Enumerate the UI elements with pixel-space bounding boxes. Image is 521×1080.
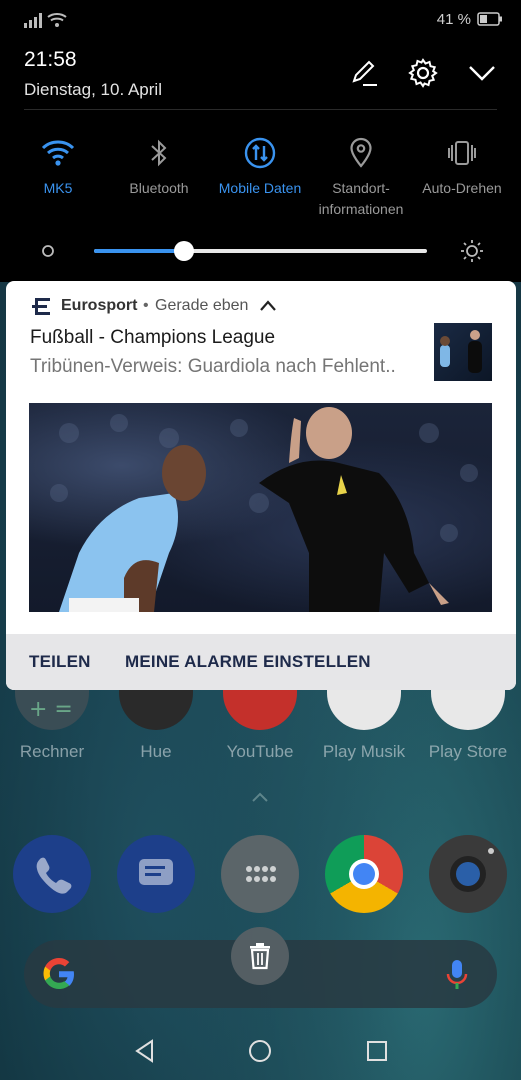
app-label-rechner[interactable]: Rechner [0, 742, 104, 762]
youtube-icon[interactable] [223, 690, 297, 730]
status-bar: 41 % [0, 0, 521, 40]
mobile-data-icon [244, 137, 276, 169]
battery-percent: 41 % [436, 11, 471, 28]
share-button[interactable]: TEILEN [29, 652, 91, 672]
wifi-icon [41, 140, 75, 166]
brightness-low-icon [42, 245, 54, 257]
bluetooth-icon [151, 139, 167, 167]
app-row: + = Rechner Hue YouTube Play Musik Play … [0, 690, 521, 770]
hue-icon[interactable] [119, 690, 193, 730]
tile-wifi[interactable]: MK5 [6, 130, 110, 199]
trash-icon [250, 943, 270, 970]
brightness-slider[interactable] [0, 236, 521, 266]
notification-header: Eurosport • Gerade eben [30, 296, 430, 318]
dock [0, 835, 521, 915]
mic-icon[interactable] [437, 954, 477, 994]
edit-icon[interactable] [349, 58, 379, 88]
play-store-icon[interactable] [431, 690, 505, 730]
tile-label: Auto-Drehen [422, 180, 502, 196]
svg-text:+ =: + = [29, 697, 73, 722]
date[interactable]: Dienstag, 10. April [24, 80, 162, 100]
tile-location[interactable]: Standort- informationen [309, 130, 413, 220]
tile-label: Mobile Daten [218, 180, 302, 196]
notification-image[interactable] [29, 403, 492, 612]
google-icon [43, 958, 74, 989]
play-music-icon[interactable] [327, 690, 401, 730]
back-icon[interactable] [132, 1038, 158, 1064]
notification-title: Fußball - Champions League [30, 327, 276, 348]
navigation-bar [0, 1020, 521, 1080]
brightness-high-icon [461, 240, 483, 262]
notification-time: Gerade eben [155, 297, 249, 314]
collapse-icon[interactable] [467, 58, 497, 88]
auto-rotate-icon [448, 141, 476, 165]
quick-settings: MK5 Bluetooth Mobile Daten Standort- inf… [0, 130, 521, 230]
notification-shade: 41 % 21:58 Dienstag, 10. April MK5 Bluet… [0, 0, 521, 282]
tile-label-line2: informationen [318, 201, 404, 217]
calculator-icon[interactable]: + = [15, 690, 89, 730]
set-alarms-button[interactable]: MEINE ALARME EINSTELLEN [125, 652, 371, 672]
tile-label: Standort- informationen [309, 178, 413, 220]
notification-actions: TEILEN MEINE ALARME EINSTELLEN [6, 634, 516, 690]
messages-icon[interactable] [117, 835, 195, 913]
app-label-hue[interactable]: Hue [104, 742, 208, 762]
app-label-youtube[interactable]: YouTube [208, 742, 312, 762]
separator-dot: • [143, 297, 149, 314]
tile-label-line1: Standort- [332, 180, 390, 196]
signal-wifi-icon [24, 13, 67, 28]
app-label-play-store[interactable]: Play Store [416, 742, 520, 762]
app-label-play-musik[interactable]: Play Musik [312, 742, 416, 762]
chevron-up-icon[interactable] [250, 790, 270, 804]
tile-mobile-data[interactable]: Mobile Daten [208, 130, 312, 199]
battery-icon [477, 12, 502, 26]
recents-icon[interactable] [364, 1038, 390, 1064]
chevron-up-icon[interactable] [258, 298, 278, 312]
clock[interactable]: 21:58 [24, 48, 77, 72]
notification-text: Tribünen-Verweis: Guardiola nach Fehlent… [30, 356, 396, 377]
tile-auto-rotate[interactable]: Auto-Drehen [410, 130, 514, 199]
tile-bluetooth[interactable]: Bluetooth [107, 130, 211, 199]
notification-card[interactable]: Eurosport • Gerade eben Fußball - Champi… [6, 281, 516, 690]
notification-app-name: Eurosport [61, 297, 138, 314]
tile-label: Bluetooth [129, 180, 189, 196]
divider [24, 109, 497, 110]
slider-thumb[interactable] [174, 241, 194, 261]
tile-label: MK5 [43, 180, 73, 196]
camera-icon[interactable] [429, 835, 507, 913]
location-icon [350, 137, 372, 168]
slider-fill [94, 249, 184, 253]
notification-thumbnail [434, 323, 492, 381]
slider-track[interactable] [94, 241, 427, 261]
chrome-icon[interactable] [325, 835, 403, 913]
trash-button[interactable] [231, 927, 289, 985]
settings-icon[interactable] [408, 58, 438, 88]
app-drawer-icon[interactable] [221, 835, 299, 913]
eurosport-logo-icon [32, 298, 50, 315]
home-icon[interactable] [247, 1038, 273, 1064]
phone-icon[interactable] [13, 835, 91, 913]
